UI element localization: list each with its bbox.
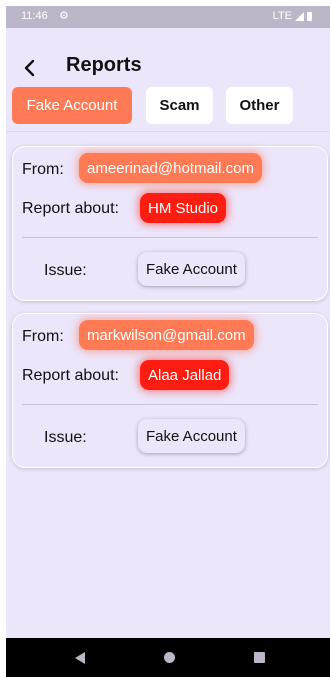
card-divider	[22, 404, 318, 405]
report-about-label: Report about:	[22, 200, 119, 217]
issue-label: Issue:	[44, 262, 87, 279]
report-card[interactable]: From: ameerinad@hotmail.com Report about…	[12, 146, 328, 301]
phone-screen: 11:46 ⚙ LTE Reports Fake Account Scam Ot…	[6, 6, 330, 677]
reported-name-badge[interactable]: HM Studio	[140, 193, 227, 223]
filter-divider	[6, 131, 330, 132]
from-email-badge[interactable]: markwilson@gmail.com	[79, 320, 254, 350]
battery-icon	[307, 11, 312, 21]
system-nav-bar	[6, 638, 330, 677]
app-bar: Reports	[6, 28, 330, 90]
report-card[interactable]: From: markwilson@gmail.com Report about:…	[12, 313, 328, 468]
card-divider	[22, 237, 318, 238]
gear-icon: ⚙	[59, 10, 69, 22]
issue-label: Issue:	[44, 429, 87, 446]
page-title: Reports	[66, 54, 142, 76]
from-label: From:	[22, 161, 64, 178]
from-email-badge[interactable]: ameerinad@hotmail.com	[79, 153, 262, 183]
status-time: 11:46	[21, 10, 48, 22]
status-indicators: LTE	[273, 10, 312, 22]
network-label: LTE	[272, 10, 292, 22]
back-arrow-icon[interactable]	[20, 58, 40, 78]
nav-home-icon[interactable]	[164, 652, 175, 663]
reported-name-badge[interactable]: Alaa Jallad	[140, 360, 230, 390]
nav-back-icon[interactable]	[75, 652, 85, 664]
status-bar: 11:46 ⚙ LTE	[6, 6, 330, 28]
signal-icon	[295, 11, 304, 21]
report-about-label: Report about:	[22, 367, 119, 384]
issue-badge[interactable]: Fake Account	[138, 252, 245, 286]
filter-chip-scam[interactable]: Scam	[146, 87, 213, 124]
issue-badge[interactable]: Fake Account	[138, 419, 245, 453]
nav-recents-icon[interactable]	[254, 652, 265, 663]
from-label: From:	[22, 328, 64, 345]
filter-chip-other[interactable]: Other	[226, 87, 293, 124]
filter-chip-fake-account[interactable]: Fake Account	[12, 87, 132, 124]
